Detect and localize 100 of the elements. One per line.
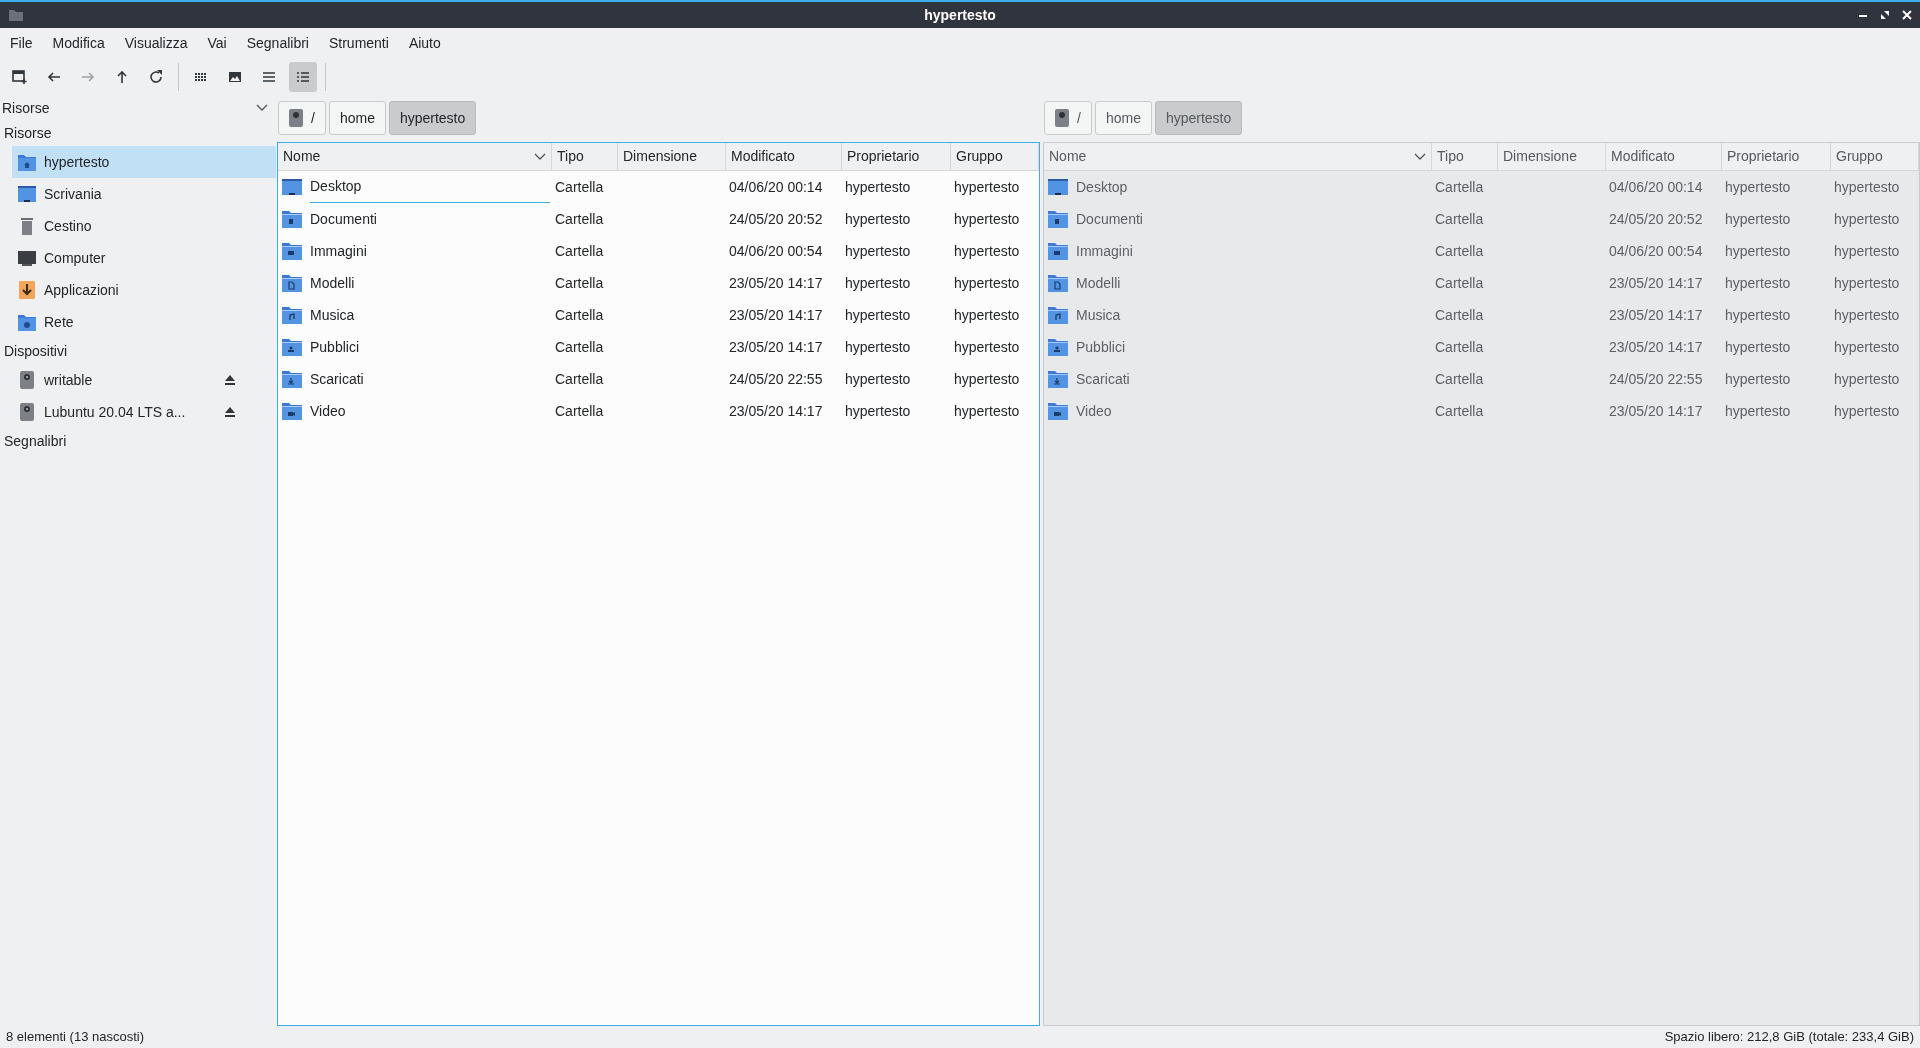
table-cell-text: Cartella <box>554 401 605 421</box>
places-dropdown[interactable]: Risorse <box>0 96 276 120</box>
folder-icon <box>1048 370 1068 388</box>
table-cell-text: hypertesto <box>1833 337 1901 357</box>
table-cell-text: hypertesto <box>953 177 1021 197</box>
status-text: 8 elementi (13 nascosti) <box>6 1028 144 1047</box>
file-name[interactable]: Pubblici <box>278 331 552 363</box>
menu-item[interactable]: Segnalibri <box>238 28 317 58</box>
sidebar-item[interactable]: Computer <box>12 242 276 274</box>
table-cell-text: hypertesto <box>844 177 912 197</box>
column-header[interactable]: Modificato <box>1606 143 1722 170</box>
menu-item[interactable]: Strumenti <box>320 28 397 58</box>
sidebar-item[interactable]: Scrivania <box>12 178 276 210</box>
table-cell-text: 04/06/20 00:54 <box>1608 241 1704 261</box>
file-name[interactable]: Musica <box>278 299 552 331</box>
table-cell-text: Cartella <box>554 369 605 389</box>
table-cell-text: Cartella <box>1434 305 1485 325</box>
table-cell-text: hypertesto <box>844 209 912 229</box>
file-name[interactable]: Documenti <box>278 203 552 235</box>
download-icon <box>18 281 36 299</box>
table-cell-text: 23/05/20 14:17 <box>728 401 824 421</box>
table-cell-text: Cartella <box>554 241 605 261</box>
column-header[interactable]: Nome <box>1044 143 1432 170</box>
column-header[interactable]: Gruppo <box>1831 143 1919 170</box>
file-name[interactable]: Modelli <box>278 267 552 299</box>
folder-icon <box>282 242 302 260</box>
table-cell-text: hypertesto <box>1833 369 1901 389</box>
folder-icon <box>282 306 302 324</box>
file-name[interactable]: Video <box>278 395 552 427</box>
tab-add-icon <box>11 68 29 86</box>
table-cell-text: hypertesto <box>1724 305 1792 325</box>
folder-icon <box>1048 210 1068 228</box>
sidebar-item[interactable]: Rete <box>12 306 276 338</box>
column-header[interactable]: Dimensione <box>618 143 726 170</box>
free-space-text: Spazio libero: 212,8 GiB (totale: 233,4 GiB) <box>1664 1028 1914 1047</box>
file-name[interactable]: Scaricati <box>1044 363 1432 395</box>
sidebar-item[interactable]: hypertesto <box>12 146 276 178</box>
column-header[interactable]: Tipo <box>1432 143 1498 170</box>
file-name[interactable]: Desktop <box>278 171 552 203</box>
path-button[interactable]: home <box>1094 101 1152 135</box>
sidebar-item[interactable]: Applicazioni <box>12 274 276 306</box>
file-name[interactable]: Pubblici <box>1044 331 1432 363</box>
table-cell-text: hypertesto <box>1724 273 1792 293</box>
file-name[interactable]: Desktop <box>1044 171 1432 203</box>
file-name[interactable]: Modelli <box>1044 267 1432 299</box>
table-cell-text: hypertesto <box>953 273 1021 293</box>
table-cell-text: Cartella <box>1434 241 1485 261</box>
table-cell-text: hypertesto <box>844 401 912 421</box>
table-cell-text: hypertesto <box>953 337 1021 357</box>
path-button[interactable]: / <box>278 101 326 135</box>
file-name[interactable]: Musica <box>1044 299 1432 331</box>
table-cell-text: Cartella <box>554 273 605 293</box>
path-button[interactable]: home <box>328 101 386 135</box>
table-cell-text: 23/05/20 14:17 <box>1608 401 1704 421</box>
table-cell-text: Cartella <box>1434 369 1485 389</box>
table-cell-text: 23/05/20 14:17 <box>1608 337 1704 357</box>
table-cell-text: hypertesto <box>1724 209 1792 229</box>
menu-item[interactable]: Aiuto <box>400 28 449 58</box>
path-button[interactable]: / <box>1044 101 1092 135</box>
file-name[interactable]: Video <box>1044 395 1432 427</box>
column-header[interactable]: Dimensione <box>1498 143 1606 170</box>
file-name[interactable]: Scaricati <box>278 363 552 395</box>
path-button[interactable]: hypertesto <box>1154 101 1243 135</box>
table-cell-text: hypertesto <box>1833 209 1901 229</box>
section-heading: Segnalibri <box>3 431 68 451</box>
table-cell-text: hypertesto <box>1724 337 1792 357</box>
folder-icon <box>282 370 302 388</box>
table-cell-text: 24/05/20 20:52 <box>728 209 824 229</box>
column-header[interactable]: Nome <box>278 143 552 170</box>
table-cell-text: Cartella <box>554 177 605 197</box>
sidebar-item[interactable]: Cestino <box>12 210 276 242</box>
menu-item[interactable]: Modifica <box>44 28 113 58</box>
sidebar-item[interactable]: Lubuntu 20.04 LTS a... <box>12 396 276 428</box>
menu-item[interactable]: Visualizza <box>116 28 196 58</box>
menu-item[interactable]: Vai <box>199 28 235 58</box>
file-name[interactable]: Documenti <box>1044 203 1432 235</box>
column-header[interactable]: Proprietario <box>1722 143 1831 170</box>
home-folder-icon <box>18 153 36 171</box>
column-header[interactable]: Tipo <box>552 143 618 170</box>
table-cell-text: 23/05/20 14:17 <box>1608 305 1704 325</box>
table-cell-text: hypertesto <box>1724 369 1792 389</box>
table-cell-text: hypertesto <box>844 369 912 389</box>
table-cell-text: Cartella <box>1434 337 1485 357</box>
table-cell-text: 04/06/20 00:14 <box>728 177 824 197</box>
file-name[interactable]: Immagini <box>278 235 552 267</box>
chevron-down-icon <box>256 104 268 112</box>
menu-item[interactable]: File <box>2 28 41 58</box>
table-cell-text: hypertesto <box>1833 177 1901 197</box>
table-cell-text: hypertesto <box>1833 273 1901 293</box>
section-heading: Dispositivi <box>3 341 68 361</box>
drive-icon <box>18 371 36 389</box>
file-name[interactable]: Immagini <box>1044 235 1432 267</box>
folder-icon <box>1048 402 1068 420</box>
column-header[interactable]: Modificato <box>726 143 842 170</box>
sidebar-item[interactable]: writable <box>12 364 276 396</box>
path-button[interactable]: hypertesto <box>388 101 477 135</box>
folder-icon <box>1048 338 1068 356</box>
column-header[interactable]: Gruppo <box>951 143 1039 170</box>
desktop-icon <box>282 178 302 196</box>
column-header[interactable]: Proprietario <box>842 143 951 170</box>
